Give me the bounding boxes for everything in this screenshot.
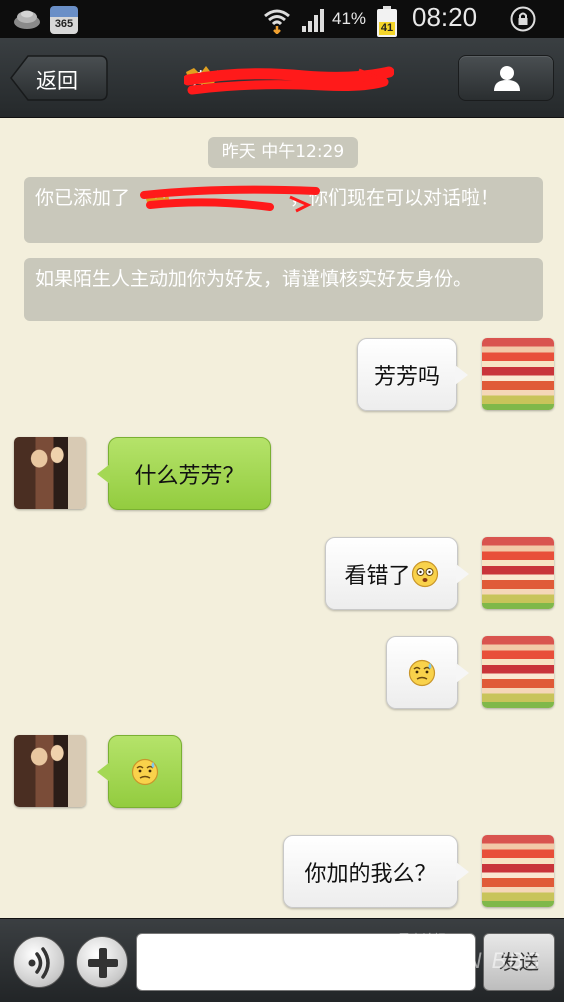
battery-level: 41 bbox=[381, 22, 393, 34]
person-icon bbox=[494, 66, 520, 91]
my-avatar[interactable] bbox=[482, 636, 554, 708]
settings-icon bbox=[14, 10, 40, 29]
redaction-mark bbox=[184, 66, 394, 95]
plus-icon bbox=[88, 948, 118, 978]
sweat-face-emoji bbox=[408, 659, 436, 686]
timestamp-pill: 昨天 中午12:29 bbox=[208, 137, 358, 168]
voice-button[interactable] bbox=[13, 936, 65, 988]
signal-icon bbox=[302, 9, 324, 32]
system-message-warning: 如果陌生人主动加你为好友，请谨慎核实好友身份。 bbox=[24, 258, 543, 321]
system-message-prefix: 你已添加了 bbox=[35, 187, 131, 209]
title-bar: 返回 芬 bbox=[0, 38, 564, 118]
calendar-icon: 365 bbox=[50, 6, 78, 34]
message-text: 什么芳芳？ bbox=[134, 463, 245, 489]
battery-percent: 41% bbox=[332, 9, 367, 28]
friend-avatar[interactable] bbox=[14, 735, 86, 807]
my-avatar[interactable] bbox=[482, 835, 554, 907]
message-text: 芳芳吗 bbox=[373, 364, 440, 390]
back-button[interactable]: 返回 bbox=[10, 55, 108, 101]
voice-icon bbox=[28, 947, 50, 979]
message-bubble-sent[interactable] bbox=[386, 636, 469, 709]
my-avatar[interactable] bbox=[482, 338, 554, 410]
redaction-mark bbox=[140, 185, 320, 213]
message-bubble-received[interactable]: 什么芳芳？ bbox=[97, 437, 271, 510]
system-message-suffix: ，你们现在可以对话啦！ bbox=[290, 187, 500, 209]
battery-icon: 41 bbox=[377, 6, 397, 37]
message-bubble-sent[interactable]: 芳芳吗 bbox=[357, 338, 468, 411]
back-label: 返回 bbox=[36, 69, 78, 93]
status-bar: 365 41% 41 08:20 bbox=[0, 0, 564, 38]
message-bubble-sent[interactable]: 你加的我么？ bbox=[283, 835, 469, 908]
more-button[interactable] bbox=[76, 936, 128, 988]
clock: 08:20 bbox=[412, 2, 478, 32]
friend-avatar[interactable] bbox=[14, 437, 86, 509]
message-text: 看错了 bbox=[344, 563, 411, 589]
contact-info-button[interactable] bbox=[458, 55, 554, 101]
message-bubble-received[interactable] bbox=[97, 735, 182, 808]
message-text: 你加的我么？ bbox=[304, 861, 437, 887]
watermark: KUNSHAN BBS bbox=[362, 948, 542, 973]
sweat-face-emoji bbox=[131, 758, 159, 785]
message-bubble-sent[interactable]: 看错了 bbox=[325, 537, 469, 610]
shocked-face-emoji bbox=[411, 560, 438, 587]
watermark-sub: 昆山论坛 bbox=[398, 932, 447, 946]
wifi-icon bbox=[264, 9, 290, 34]
lock-icon bbox=[510, 6, 536, 32]
my-avatar[interactable] bbox=[482, 537, 554, 609]
